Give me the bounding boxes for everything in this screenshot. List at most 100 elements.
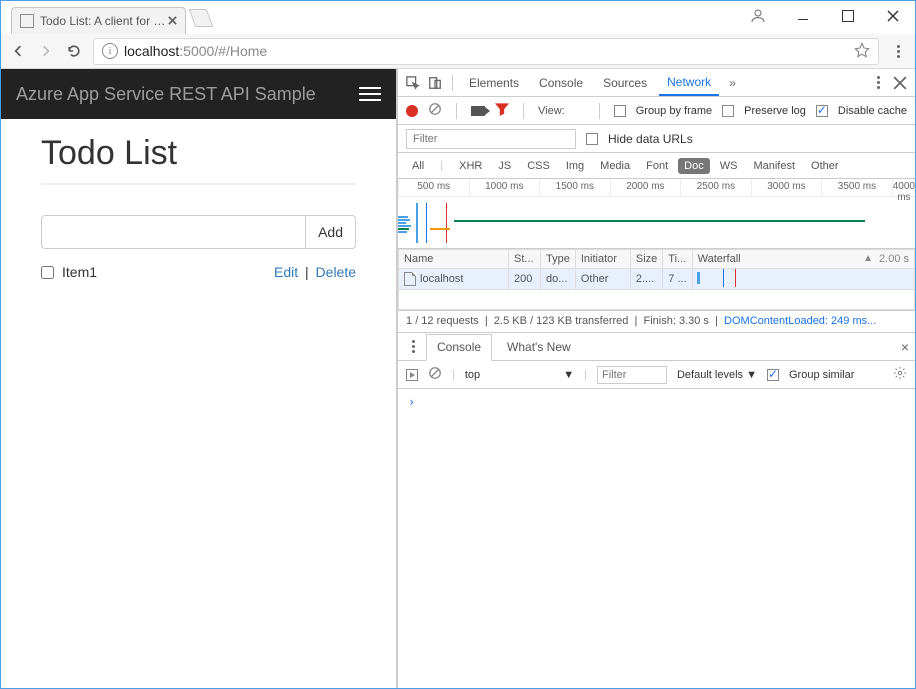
type-img[interactable]: Img	[560, 158, 590, 174]
type-manifest[interactable]: Manifest	[747, 158, 801, 174]
back-button[interactable]	[9, 42, 27, 60]
add-button[interactable]: Add	[305, 215, 356, 249]
console-filter-input[interactable]	[597, 366, 667, 384]
type-other[interactable]: Other	[805, 158, 845, 174]
record-button[interactable]	[406, 105, 418, 117]
url-text: localhost:5000/#/Home	[124, 43, 267, 59]
console-input[interactable]	[398, 389, 915, 688]
type-font[interactable]: Font	[640, 158, 674, 174]
tab-sources[interactable]: Sources	[595, 69, 655, 96]
chrome-profile-icon[interactable]	[735, 1, 780, 31]
tab-title: Todo List: A client for sample	[40, 14, 168, 28]
request-row[interactable]: localhost 200 do... Other 2.... 7 ...	[399, 269, 915, 290]
console-settings-icon[interactable]	[893, 366, 907, 383]
col-time[interactable]: Ti...	[663, 250, 692, 269]
col-name[interactable]: Name	[399, 250, 509, 269]
dcl-marker	[426, 203, 427, 243]
inspect-element-icon[interactable]	[404, 74, 422, 92]
browser-toolbar: i localhost:5000/#/Home	[1, 34, 915, 69]
drawer-menu-button[interactable]	[404, 340, 422, 353]
overview-idle-bar	[454, 220, 865, 222]
tab-elements[interactable]: Elements	[461, 69, 527, 96]
devtools-tabbar: Elements Console Sources Network »	[398, 69, 915, 97]
col-status[interactable]: St...	[509, 250, 541, 269]
type-css[interactable]: CSS	[521, 158, 556, 174]
todo-item: Item1 Edit | Delete	[41, 264, 356, 280]
page-icon	[20, 14, 34, 28]
window-minimize-button[interactable]	[780, 1, 825, 31]
group-similar-checkbox[interactable]	[767, 369, 779, 381]
network-overview[interactable]: 500 ms 1000 ms 1500 ms 2000 ms 2500 ms 3…	[398, 179, 915, 249]
hide-data-urls-checkbox[interactable]	[586, 133, 598, 145]
context-selector[interactable]: top ▼	[465, 369, 574, 381]
network-summary-bar: 1 / 12 requests | 2.5 KB / 123 KB transf…	[398, 311, 915, 333]
overview-script-bar	[430, 228, 450, 230]
close-tab-icon[interactable]	[168, 14, 177, 28]
devtools-panel: Elements Console Sources Network » View:…	[396, 69, 915, 688]
load-marker	[446, 203, 447, 243]
clear-button[interactable]	[428, 102, 442, 119]
drawer-tab-whatsnew[interactable]: What's New	[496, 333, 582, 360]
divider	[41, 183, 356, 185]
type-xhr[interactable]: XHR	[453, 158, 488, 174]
app-brand: Azure App Service REST API Sample	[16, 84, 316, 105]
type-js[interactable]: JS	[492, 158, 517, 174]
browser-tab[interactable]: Todo List: A client for sample	[11, 7, 186, 34]
new-todo-input[interactable]	[41, 215, 305, 249]
type-doc[interactable]: Doc	[678, 158, 710, 174]
type-all[interactable]: All	[406, 158, 430, 174]
tab-network[interactable]: Network	[659, 69, 719, 96]
forward-button[interactable]	[37, 42, 55, 60]
network-filter-row: Hide data URLs	[398, 125, 915, 153]
network-filter-input[interactable]	[406, 129, 576, 149]
bookmark-star-icon[interactable]	[854, 42, 870, 61]
console-clear-button[interactable]	[428, 366, 442, 383]
window-close-button[interactable]	[870, 1, 915, 31]
chrome-menu-button[interactable]	[889, 45, 907, 58]
tab-console[interactable]: Console	[531, 69, 591, 96]
group-by-frame-label: Group by frame	[636, 105, 712, 117]
col-waterfall[interactable]: Waterfall 2.00 s ▲	[692, 250, 914, 269]
new-tab-button[interactable]	[192, 9, 214, 31]
address-bar[interactable]: i localhost:5000/#/Home	[93, 38, 879, 65]
network-request-table: Name St... Type Initiator Size Ti... Wat…	[398, 249, 915, 311]
page-title: Todo List	[41, 134, 356, 173]
more-tabs-icon[interactable]: »	[729, 76, 736, 90]
preserve-log-checkbox[interactable]	[722, 105, 734, 117]
navbar-toggle-button[interactable]	[359, 83, 381, 105]
app-navbar: Azure App Service REST API Sample	[1, 69, 396, 119]
delete-link[interactable]: Delete	[316, 264, 356, 280]
device-toolbar-icon[interactable]	[426, 74, 444, 92]
network-toolbar: View: Group by frame Preserve log Disabl…	[398, 97, 915, 125]
todo-checkbox[interactable]	[41, 266, 54, 279]
drawer-close-icon[interactable]: ×	[901, 339, 909, 355]
site-info-icon[interactable]: i	[102, 43, 118, 59]
screenshot-icon[interactable]	[471, 106, 485, 116]
drawer-tab-console[interactable]: Console	[426, 334, 492, 361]
disable-cache-checkbox[interactable]	[816, 105, 828, 117]
execution-context-icon[interactable]	[406, 369, 418, 381]
document-icon	[404, 272, 416, 286]
request-type-filter: All | XHR JS CSS Img Media Font Doc WS M…	[398, 153, 915, 179]
view-label: View:	[538, 105, 565, 117]
devtools-close-icon[interactable]	[891, 74, 909, 92]
window-maximize-button[interactable]	[825, 1, 870, 31]
group-by-frame-checkbox[interactable]	[614, 105, 626, 117]
preserve-log-label: Preserve log	[744, 105, 806, 117]
filter-toggle-icon[interactable]	[495, 102, 509, 119]
drawer-tabbar: Console What's New ×	[398, 333, 915, 361]
log-levels-selector[interactable]: Default levels ▼	[677, 369, 757, 381]
edit-link[interactable]: Edit	[274, 264, 298, 280]
devtools-menu-button[interactable]	[869, 76, 887, 89]
reload-button[interactable]	[65, 42, 83, 60]
overview-minimap	[398, 215, 412, 265]
col-type[interactable]: Type	[541, 250, 576, 269]
hide-data-urls-label: Hide data URLs	[608, 132, 693, 146]
page-viewport: Azure App Service REST API Sample Todo L…	[1, 69, 396, 688]
console-toolbar: | top ▼ | Default levels ▼ Group similar	[398, 361, 915, 389]
group-similar-label: Group similar	[789, 369, 854, 381]
type-ws[interactable]: WS	[714, 158, 744, 174]
type-media[interactable]: Media	[594, 158, 636, 174]
col-initiator[interactable]: Initiator	[575, 250, 630, 269]
col-size[interactable]: Size	[630, 250, 662, 269]
